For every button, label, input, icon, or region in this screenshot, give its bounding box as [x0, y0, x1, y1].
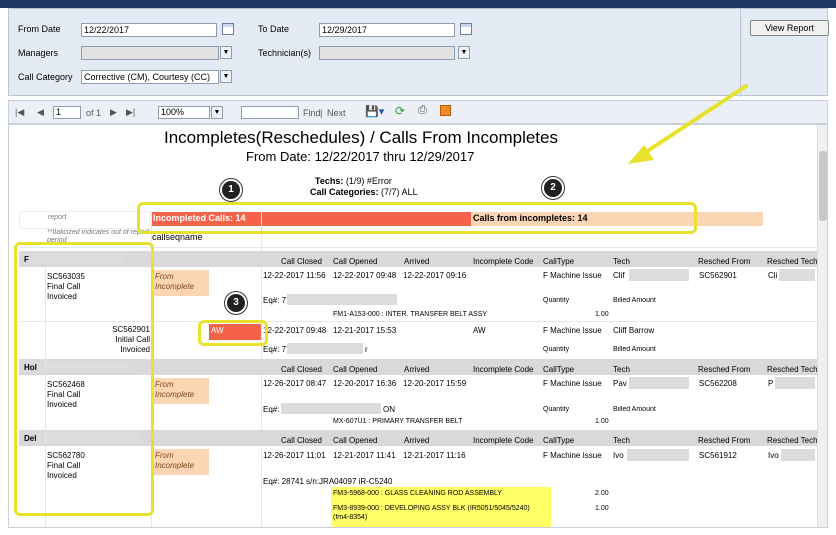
annotation-arrow [628, 84, 748, 164]
